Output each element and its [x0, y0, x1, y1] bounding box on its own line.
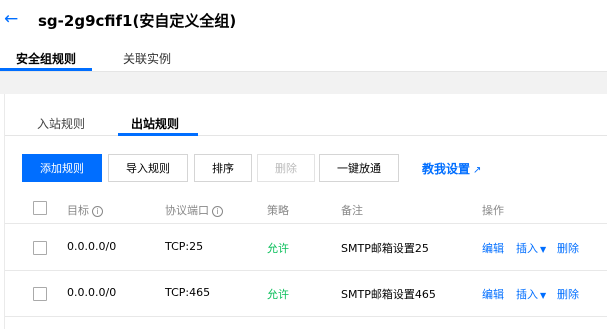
info-icon[interactable]: i: [92, 206, 103, 217]
page-header: ← sg-2g9cfif1(安自定义全组): [0, 0, 607, 42]
rule-target: 0.0.0.0/0: [67, 286, 117, 299]
delete-link[interactable]: 删除: [557, 240, 579, 256]
help-link[interactable]: 教我设置 ↗: [422, 160, 481, 177]
rule-port: TCP:465: [165, 286, 211, 299]
rule-remark: SMTP邮箱设置25: [341, 242, 429, 255]
rule-target: 0.0.0.0/0: [67, 240, 117, 253]
insert-dropdown[interactable]: 插入 ▼: [516, 286, 546, 302]
import-rule-button[interactable]: 导入规则: [108, 154, 188, 182]
add-rule-button[interactable]: 添加规则: [22, 154, 102, 182]
tab-outbound-rules[interactable]: 出站规则: [131, 115, 179, 132]
rule-policy: 允许: [267, 242, 289, 255]
active-tab-indicator: [0, 68, 92, 71]
column-header-target: 目标 i: [67, 202, 103, 218]
arrow-left-icon[interactable]: ←: [4, 9, 20, 29]
row-checkbox[interactable]: [33, 241, 47, 255]
rules-panel: 入站规则 出站规则 添加规则 导入规则 排序 删除 一键放通 教我设置 ↗ 目标 i…: [4, 94, 607, 329]
delete-button[interactable]: 删除: [257, 154, 315, 182]
edit-link[interactable]: 编辑: [482, 286, 504, 302]
column-header-actions: 操作: [482, 204, 504, 217]
rule-port: TCP:25: [165, 240, 204, 253]
column-header-remark: 备注: [341, 204, 363, 217]
one-click-allow-button[interactable]: 一键放通: [319, 154, 399, 182]
info-icon[interactable]: i: [212, 206, 223, 217]
row-checkbox[interactable]: [33, 287, 47, 301]
page-title: sg-2g9cfif1(安自定义全组): [38, 12, 237, 30]
rule-policy: 允许: [267, 288, 289, 301]
delete-link[interactable]: 删除: [557, 286, 579, 302]
sort-button[interactable]: 排序: [194, 154, 252, 182]
table-header: 目标 i 协议端口 i 策略 备注 操作: [5, 194, 607, 224]
column-header-port: 协议端口 i: [165, 202, 223, 218]
column-header-policy: 策略: [267, 204, 289, 217]
external-link-icon: ↗: [473, 165, 482, 176]
rule-remark: SMTP邮箱设置465: [341, 288, 436, 301]
content-divider: [0, 72, 607, 94]
insert-dropdown[interactable]: 插入 ▼: [516, 240, 546, 256]
tab-associated-instances[interactable]: 关联实例: [123, 50, 171, 67]
active-subtab-indicator: [118, 133, 198, 136]
help-link-label: 教我设置: [422, 162, 471, 176]
tab-security-group-rules[interactable]: 安全组规则: [16, 50, 76, 67]
caret-down-icon: ▼: [540, 245, 547, 254]
table-row: 0.0.0.0/0 TCP:465 允许 SMTP邮箱设置465 编辑 插入 ▼ …: [5, 271, 607, 317]
caret-down-icon: ▼: [540, 291, 547, 300]
edit-link[interactable]: 编辑: [482, 240, 504, 256]
table-row: 0.0.0.0/0 TCP:25 允许 SMTP邮箱设置25 编辑 插入 ▼ 删除: [5, 225, 607, 271]
rule-direction-tabs: 入站规则 出站规则: [5, 110, 607, 136]
select-all-checkbox[interactable]: [33, 201, 47, 215]
tab-inbound-rules[interactable]: 入站规则: [37, 115, 85, 132]
